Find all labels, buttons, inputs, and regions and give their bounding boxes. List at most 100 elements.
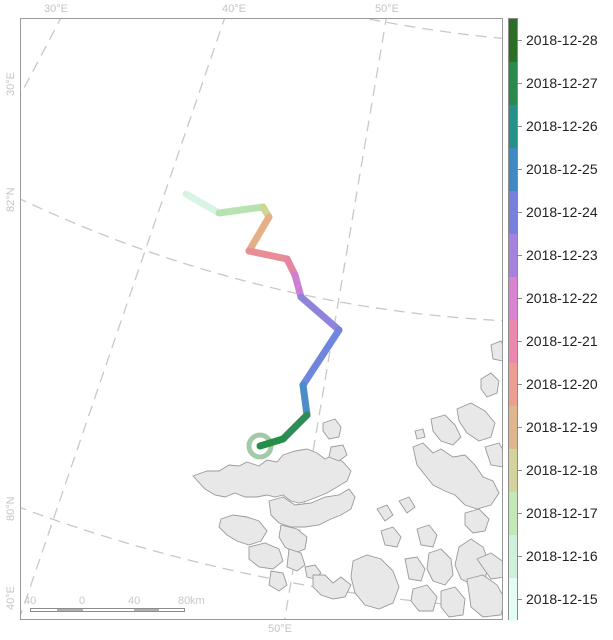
colorbar-tick — [518, 383, 522, 385]
track-segment — [279, 411, 311, 443]
land-island — [490, 340, 502, 362]
land-island — [430, 414, 462, 446]
colorbar-label: 2018-12-21 — [526, 332, 598, 349]
colorbar-label: 2018-12-24 — [526, 203, 598, 220]
land-island — [466, 574, 502, 618]
land-island — [426, 548, 454, 586]
land-island — [192, 448, 352, 504]
drift-track — [182, 190, 343, 450]
land-island — [380, 526, 402, 548]
colorbar-label: 2018-12-26 — [526, 117, 598, 134]
colorbar-swatch — [509, 277, 517, 320]
land-island — [268, 570, 288, 592]
land-island — [218, 514, 268, 546]
map-panel[interactable] — [20, 18, 503, 620]
scale-label: 80 — [178, 595, 191, 607]
colorbar-tick — [518, 125, 522, 127]
parallel-82n — [21, 198, 502, 322]
scale-label: 40 — [128, 595, 141, 607]
colorbar-tick — [518, 512, 522, 514]
lon-label-40e-top: 40°E — [222, 3, 246, 15]
colorbar-tick — [518, 598, 522, 600]
colorbar-tick — [518, 39, 522, 41]
land-island — [404, 556, 426, 582]
lon-label-50e-top: 50°E — [375, 3, 399, 15]
colorbar-swatch — [509, 406, 517, 449]
colorbar-swatch — [509, 578, 517, 621]
land-island — [350, 554, 400, 610]
track-segment — [245, 247, 291, 263]
colorbar-label: 2018-12-16 — [526, 547, 598, 564]
colorbar-label: 2018-12-17 — [526, 504, 598, 521]
lat-label-40e-left: 40°E — [5, 586, 17, 610]
colorbar-label: 2018-12-27 — [526, 74, 598, 91]
meridian-40e — [21, 19, 225, 615]
colorbar-swatch — [509, 320, 517, 363]
land-island — [440, 586, 466, 618]
land-masses — [192, 340, 502, 618]
colorbar-tick — [518, 469, 522, 471]
land-island — [322, 418, 342, 440]
land-island — [376, 504, 394, 522]
colorbar-tick — [518, 82, 522, 84]
track-segment — [215, 203, 267, 217]
scale-label: 0 — [79, 595, 86, 607]
colorbar-tick — [518, 426, 522, 428]
track-segment — [182, 190, 223, 217]
colorbar-swatch — [509, 191, 517, 234]
track-segment — [297, 293, 343, 334]
colorbar-label: 2018-12-28 — [526, 31, 598, 48]
track-segment — [299, 381, 311, 419]
scale-label: 40 — [24, 595, 37, 607]
map-canvas[interactable] — [21, 19, 503, 620]
colorbar-swatch — [509, 19, 517, 62]
land-island — [484, 442, 502, 468]
lat-label-80n-left: 80°N — [5, 496, 17, 521]
land-island — [312, 574, 352, 600]
colorbar-tick — [518, 211, 522, 213]
colorbar-tick — [518, 254, 522, 256]
colorbar-swatch — [509, 234, 517, 277]
land-island — [456, 402, 496, 442]
land-island — [410, 584, 438, 612]
colorbar-label: 2018-12-25 — [526, 160, 598, 177]
colorbar-label: 2018-12-23 — [526, 246, 598, 263]
colorbar-swatch — [509, 105, 517, 148]
land-island — [464, 508, 490, 534]
land-island — [398, 496, 416, 514]
lon-label-50e-bottom: 50°E — [268, 623, 292, 635]
scale-bar-segment — [134, 609, 159, 611]
colorbar-swatch — [509, 492, 517, 535]
land-island — [278, 524, 308, 554]
date-colorbar — [508, 18, 518, 621]
colorbar-swatch — [509, 535, 517, 578]
lon-label-30e-top: 30°E — [44, 3, 68, 15]
track-segment — [299, 326, 343, 389]
colorbar-label: 2018-12-15 — [526, 590, 598, 607]
scale-bar-segment — [57, 609, 83, 611]
colorbar-tick — [518, 555, 522, 557]
colorbar-swatch — [509, 62, 517, 105]
land-island — [286, 548, 306, 572]
colorbar-swatch — [509, 363, 517, 406]
land-island — [480, 372, 500, 398]
colorbar-label: 2018-12-18 — [526, 461, 598, 478]
colorbar-label: 2018-12-22 — [526, 289, 598, 306]
scale-unit: km — [190, 595, 205, 607]
colorbar-tick — [518, 168, 522, 170]
colorbar-tick — [518, 340, 522, 342]
colorbar-swatch — [509, 148, 517, 191]
land-island — [416, 524, 438, 548]
colorbar-swatch — [509, 449, 517, 492]
track-segment — [245, 213, 273, 255]
scale-bar — [30, 608, 185, 612]
meridian-30e — [21, 19, 62, 96]
colorbar-label: 2018-12-19 — [526, 418, 598, 435]
land-island — [414, 428, 426, 440]
land-island — [248, 542, 284, 570]
land-island — [412, 442, 500, 510]
lat-label-30e-left: 30°E — [5, 72, 17, 96]
colorbar-tick — [518, 297, 522, 299]
parallel-top — [368, 19, 502, 40]
colorbar-label: 2018-12-20 — [526, 375, 598, 392]
